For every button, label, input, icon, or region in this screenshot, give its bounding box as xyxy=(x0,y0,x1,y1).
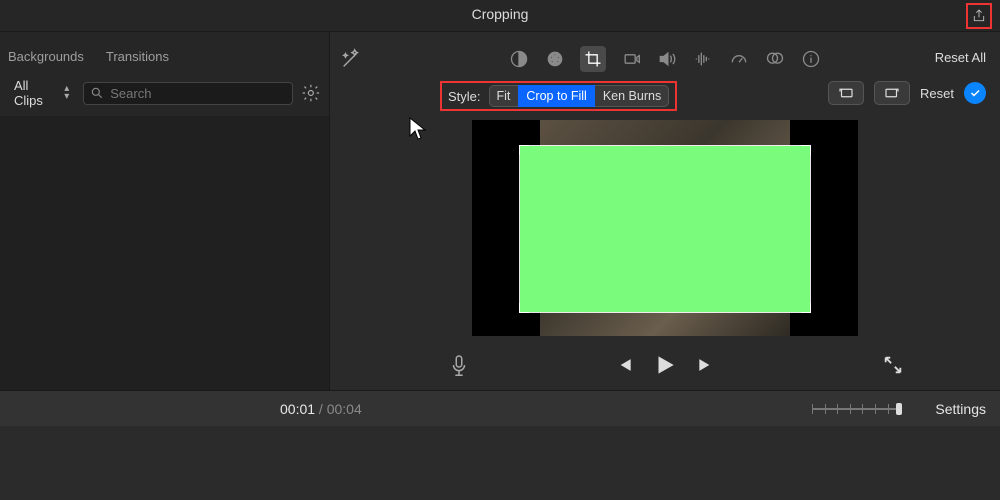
crop-handle-tr[interactable] xyxy=(801,145,811,155)
search-input[interactable] xyxy=(110,86,286,101)
speed-icon[interactable] xyxy=(728,48,750,70)
style-ken-burns-button[interactable]: Ken Burns xyxy=(595,85,669,107)
clips-filter-dropdown[interactable]: All Clips ▴▾ xyxy=(8,76,75,110)
color-correction-icon[interactable] xyxy=(544,48,566,70)
timecode: 00:01 / 00:04 xyxy=(280,401,362,417)
updown-icon: ▴▾ xyxy=(64,85,69,101)
preview-area xyxy=(330,114,1000,344)
crop-icon[interactable] xyxy=(580,46,606,72)
timecode-current: 00:01 xyxy=(280,401,315,417)
info-icon[interactable] xyxy=(800,48,822,70)
timecode-duration: 00:04 xyxy=(327,401,362,417)
tab-transitions[interactable]: Transitions xyxy=(102,43,173,70)
crop-handle-tl[interactable] xyxy=(519,145,529,155)
crop-handle-br[interactable] xyxy=(801,303,811,313)
zoom-slider[interactable] xyxy=(812,403,902,415)
video-frame[interactable] xyxy=(472,120,858,336)
volume-icon[interactable] xyxy=(656,48,678,70)
timecode-sep: / xyxy=(315,401,327,417)
reset-all-button[interactable]: Reset All xyxy=(935,50,986,65)
window-title: Cropping xyxy=(472,6,529,22)
gear-icon[interactable] xyxy=(301,83,321,103)
next-button[interactable] xyxy=(696,355,716,380)
titlebar: Cropping xyxy=(0,0,1000,32)
style-highlight: Style: Fit Crop to Fill Ken Burns xyxy=(440,81,677,111)
settings-button[interactable]: Settings xyxy=(935,401,986,417)
filter-bar: All Clips ▴▾ xyxy=(0,70,329,116)
tab-backgrounds[interactable]: Backgrounds xyxy=(4,43,88,70)
fullscreen-button[interactable] xyxy=(882,354,904,376)
crop-handle-bl[interactable] xyxy=(519,303,529,313)
transport-bar xyxy=(330,344,1000,390)
rotate-cw-button[interactable] xyxy=(874,81,910,105)
color-balance-icon[interactable] xyxy=(508,48,530,70)
playback-controls xyxy=(614,352,716,383)
share-icon[interactable] xyxy=(971,8,987,24)
clip-filter-icon[interactable] xyxy=(764,48,786,70)
voiceover-button[interactable] xyxy=(448,354,470,380)
prev-button[interactable] xyxy=(614,355,634,380)
apply-button[interactable] xyxy=(964,82,986,104)
style-bar: Style: Fit Crop to Fill Ken Burns Reset xyxy=(330,78,1000,114)
inspector-toolbar: Reset All xyxy=(330,32,1000,78)
crop-selection[interactable] xyxy=(520,146,810,312)
noise-reduction-icon[interactable] xyxy=(692,48,714,70)
search-input-wrap[interactable] xyxy=(83,82,293,105)
style-label: Style: xyxy=(448,89,481,104)
rotate-ccw-button[interactable] xyxy=(828,81,864,105)
clips-filter-label: All Clips xyxy=(14,78,60,108)
timeline-bar: 00:01 / 00:04 Settings xyxy=(0,390,1000,426)
timeline-tracks[interactable] xyxy=(0,426,1000,500)
sidebar: Backgrounds Transitions All Clips ▴▾ xyxy=(0,32,330,390)
style-crop-to-fill-button[interactable]: Crop to Fill xyxy=(518,85,594,107)
style-segmented-control: Fit Crop to Fill Ken Burns xyxy=(489,85,670,107)
viewer-panel: Reset All Style: Fit Crop to Fill Ken Bu… xyxy=(330,32,1000,390)
share-button-highlight xyxy=(966,3,992,29)
style-fit-button[interactable]: Fit xyxy=(489,85,519,107)
stabilization-icon[interactable] xyxy=(620,48,642,70)
cursor-icon xyxy=(408,116,428,142)
zoom-thumb[interactable] xyxy=(896,403,902,415)
reset-button[interactable]: Reset xyxy=(920,86,954,101)
sidebar-content xyxy=(0,116,329,390)
play-button[interactable] xyxy=(652,352,678,383)
sidebar-tabs: Backgrounds Transitions xyxy=(0,32,329,70)
search-icon xyxy=(90,86,104,100)
